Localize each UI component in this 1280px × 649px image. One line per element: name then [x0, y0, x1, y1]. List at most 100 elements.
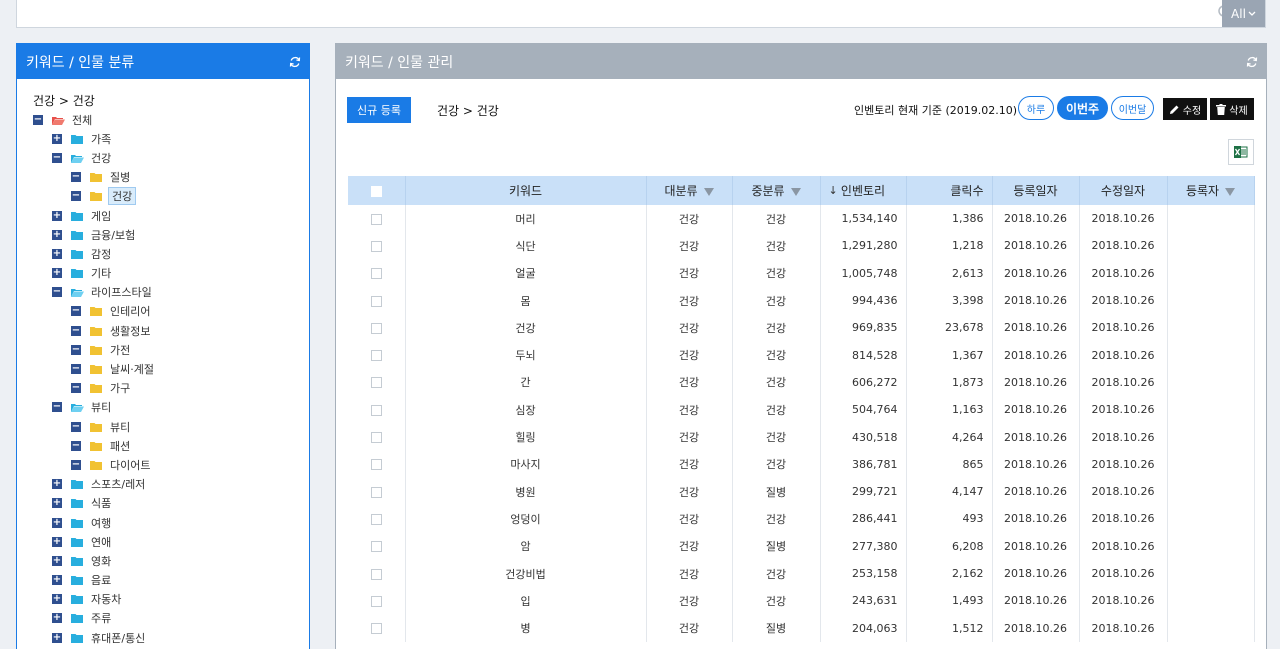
period-week-button[interactable]: 이번주 [1057, 96, 1108, 120]
row-checkbox[interactable] [370, 295, 382, 307]
tree-node-label[interactable]: 휴대폰/통신 [89, 629, 147, 647]
tree-node[interactable]: + 영화 [33, 551, 309, 570]
tree-node[interactable]: − 라이프스타일 [33, 283, 309, 302]
tree-node-label[interactable]: 전체 [70, 111, 94, 129]
table-row[interactable]: 간 건강 건강 606,272 1,873 2018.10.26 2018.10.26 [348, 368, 1255, 397]
table-row[interactable]: 입 건강 건강 243,631 1,493 2018.10.26 2018.10.26 [348, 587, 1255, 615]
expand-icon[interactable]: + [52, 133, 62, 144]
collapse-icon[interactable]: − [52, 287, 62, 298]
table-row[interactable]: 두뇌 건강 건강 814,528 1,367 2018.10.26 2018.10.26 [348, 341, 1255, 369]
table-row[interactable]: 암 건강 질병 277,380 6,208 2018.10.26 2018.10.26 [348, 532, 1255, 560]
tree-node-label[interactable]: 날씨·계절 [108, 360, 156, 378]
tree-node[interactable]: − 뷰티 [33, 398, 309, 417]
filter-icon[interactable] [790, 187, 801, 196]
row-checkbox[interactable] [370, 541, 382, 553]
column-header-modified-date[interactable]: 수정일자 [1079, 176, 1168, 205]
collapse-icon[interactable]: − [71, 172, 81, 183]
tree-node-label[interactable]: 게임 [89, 207, 113, 225]
tree-node[interactable]: + 게임 [33, 206, 309, 225]
tree-node-label[interactable]: 뷰티 [108, 418, 132, 436]
collapse-icon[interactable]: − [71, 306, 81, 317]
period-month-button[interactable]: 이번달 [1111, 96, 1154, 120]
tree-node[interactable]: + 연애 [33, 532, 309, 551]
collapse-icon[interactable]: − [71, 364, 81, 375]
tree-node[interactable]: + 가족 [33, 129, 309, 148]
table-row[interactable]: 엉덩이 건강 건강 286,441 493 2018.10.26 2018.10.26 [348, 505, 1255, 533]
tree-node[interactable]: − 건강 [33, 187, 309, 206]
filter-icon[interactable] [703, 187, 714, 196]
tree-node-label[interactable]: 가족 [89, 130, 113, 148]
expand-icon[interactable]: + [52, 498, 62, 509]
tree-node[interactable]: + 주류 [33, 609, 309, 628]
collapse-icon[interactable]: − [71, 421, 81, 432]
filter-icon[interactable] [1225, 187, 1236, 196]
row-checkbox[interactable] [370, 240, 382, 252]
tree-node[interactable]: − 질병 [33, 168, 309, 187]
collapse-icon[interactable]: − [71, 344, 81, 355]
tree-node[interactable]: − 전체 [33, 110, 309, 129]
tree-node-label[interactable]: 금융/보험 [89, 226, 137, 244]
tree-node[interactable]: + 자동차 [33, 590, 309, 609]
excel-export-button[interactable] [1228, 139, 1254, 165]
expand-icon[interactable]: + [52, 479, 62, 490]
tree-node[interactable]: + 휴대폰/통신 [33, 628, 309, 647]
expand-icon[interactable]: + [52, 575, 62, 586]
collapse-icon[interactable]: − [71, 459, 81, 470]
tree-node[interactable]: + 스포츠/레저 [33, 475, 309, 494]
tree-node-label[interactable]: 인테리어 [108, 302, 152, 320]
column-header-registered-date[interactable]: 등록일자 [992, 176, 1080, 205]
expand-icon[interactable]: + [52, 210, 62, 221]
tree-node-label[interactable]: 생활정보 [108, 322, 152, 340]
row-checkbox[interactable] [370, 568, 382, 580]
expand-icon[interactable]: + [52, 632, 62, 643]
row-checkbox[interactable] [370, 404, 382, 416]
tree-node-label[interactable]: 주류 [89, 609, 113, 627]
tree-node[interactable]: − 다이어트 [33, 455, 309, 474]
tree-node[interactable]: − 뷰티 [33, 417, 309, 436]
row-checkbox[interactable] [370, 595, 382, 607]
column-header-mid-category[interactable]: 중분류 [732, 176, 821, 205]
tree-node[interactable]: − 건강 [33, 148, 309, 167]
tree-node-label[interactable]: 뷰티 [89, 398, 113, 416]
table-row[interactable]: 마사지 건강 건강 386,781 865 2018.10.26 2018.10.26 [348, 450, 1255, 478]
collapse-icon[interactable]: − [33, 114, 43, 125]
tree-node-label[interactable]: 스포츠/레저 [89, 475, 147, 493]
search-scope-dropdown[interactable]: All [1222, 0, 1265, 27]
tree-node-label[interactable]: 자동차 [89, 590, 123, 608]
row-checkbox[interactable] [370, 486, 382, 498]
tree-node-label[interactable]: 여행 [89, 514, 113, 532]
expand-icon[interactable]: + [52, 613, 62, 624]
row-checkbox[interactable] [370, 432, 382, 444]
collapse-icon[interactable]: − [71, 383, 81, 394]
period-day-button[interactable]: 하루 [1018, 96, 1054, 120]
column-header-keyword[interactable]: 키워드 [405, 176, 647, 205]
tree-node-label[interactable]: 가구 [108, 379, 132, 397]
row-checkbox[interactable] [370, 459, 382, 471]
tree-node-label[interactable]: 감정 [89, 245, 113, 263]
row-checkbox[interactable] [370, 322, 382, 334]
column-header-major-category[interactable]: 대분류 [646, 176, 733, 205]
row-checkbox[interactable] [370, 377, 382, 389]
collapse-icon[interactable]: − [52, 402, 62, 413]
table-row[interactable]: 몸 건강 건강 994,436 3,398 2018.10.26 2018.10.26 [348, 286, 1255, 315]
row-checkbox[interactable] [370, 623, 382, 635]
delete-button[interactable]: 삭제 [1210, 98, 1254, 120]
tree-node[interactable]: − 가구 [33, 379, 309, 398]
tree-node[interactable]: + 감정 [33, 244, 309, 263]
tree-node-label[interactable]: 라이프스타일 [89, 283, 154, 301]
tree-node[interactable]: + 음료 [33, 571, 309, 590]
tree-node-label[interactable]: 영화 [89, 552, 113, 570]
tree-node-label[interactable]: 음료 [89, 571, 113, 589]
expand-icon[interactable]: + [52, 555, 62, 566]
row-checkbox[interactable] [370, 268, 382, 280]
edit-button[interactable]: 수정 [1163, 98, 1207, 120]
column-header-inventory[interactable]: ↓ 인벤토리 [820, 176, 907, 205]
refresh-icon[interactable] [289, 56, 301, 68]
expand-icon[interactable]: + [52, 517, 62, 528]
row-checkbox[interactable] [370, 213, 382, 225]
tree-node-label[interactable]: 다이어트 [108, 456, 152, 474]
expand-icon[interactable]: + [52, 594, 62, 605]
table-row[interactable]: 건강비법 건강 건강 253,158 2,162 2018.10.26 2018.10.26 [348, 559, 1255, 588]
collapse-icon[interactable]: − [71, 325, 81, 336]
tree-node[interactable]: + 여행 [33, 513, 309, 532]
